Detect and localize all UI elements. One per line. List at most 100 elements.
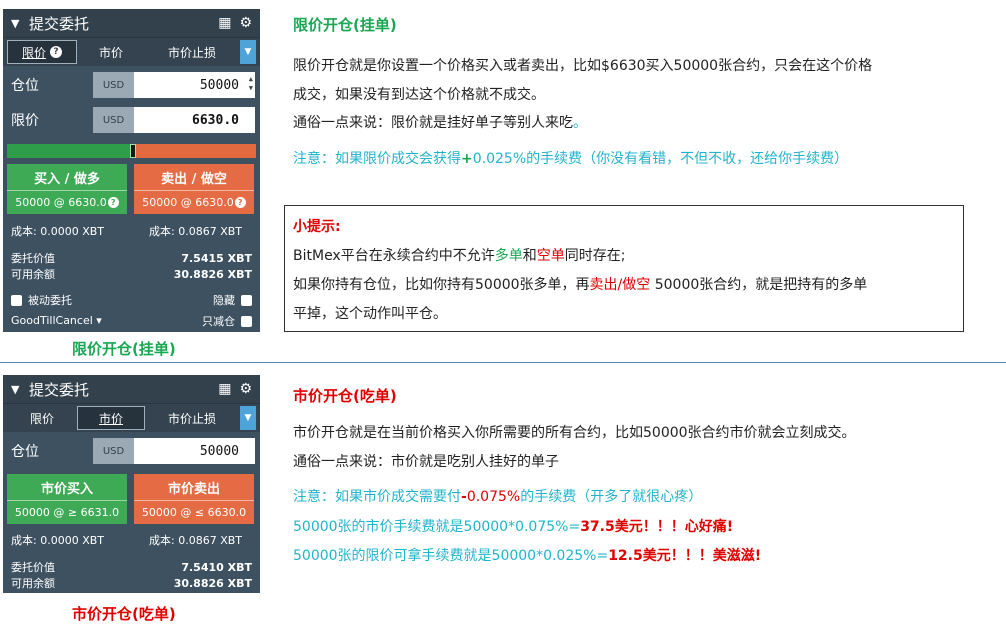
available-label: 可用余额 <box>11 268 55 281</box>
tab-limit[interactable]: 限价? <box>7 40 77 64</box>
order-value-label: 委托价值 <box>11 252 55 265</box>
order-value: 7.5415 XBT <box>181 252 252 265</box>
tab-stop-market[interactable]: 市价止损 <box>145 406 239 430</box>
limit-desc-line1: 限价开仓就是你设置一个价格买入或者卖出，比如$6630买入50000张合约，只会… <box>293 58 873 74</box>
available-label: 可用余额 <box>11 577 55 590</box>
market-desc: 市价开仓就是在当前价格买入你所需要的所有合约，比如50000张合约市价就会立刻成… <box>293 425 856 441</box>
position-input[interactable]: 50000 ▲ ▼ <box>134 72 255 98</box>
sell-label: 卖出 / 做空 <box>134 164 254 190</box>
limit-desc-line2: 成交，如果没有到达这个价格就不成交。 <box>293 87 545 103</box>
stepper-icon[interactable]: ▲ ▼ <box>249 75 253 93</box>
limit-fee-calc: 50000张的限价可拿手续费就是50000*0.025%=12.5美元！！！美滋… <box>293 548 762 564</box>
tip-line1: BitMex平台在永续合约中不允许多单和空单同时存在; <box>293 248 626 264</box>
chevron-down-icon[interactable]: ▼ <box>11 383 25 396</box>
buy-summary: 50000 @ 6630.0? <box>7 190 127 214</box>
tip-line3: 平掉，这个动作叫平仓。 <box>293 306 447 322</box>
caret-down-icon: ▼ <box>244 47 252 57</box>
hidden-checkbox[interactable] <box>241 295 252 306</box>
order-panel-limit: ▼ 提交委托 ▦ ⚙ 限价? 市价 市价止损 ▼ 仓位 USD 50000 ▲ ▼… <box>3 9 260 332</box>
panel-header: ▼ 提交委托 ▦ ⚙ <box>3 375 260 404</box>
buy-summary: 50000 @ ≥ 6631.0 <box>7 500 127 524</box>
cost-sell: 成本: 0.0867 XBT <box>149 534 242 547</box>
price-row: 限价 USD 6630.0 <box>3 104 260 136</box>
tip-line2: 如果你持有仓位，比如你持有50000张多单，再卖出/做空 50000张合约，就是… <box>293 277 868 293</box>
order-value: 7.5410 XBT <box>181 561 252 574</box>
tab-stop-market[interactable]: 市价止损 <box>145 40 239 64</box>
limit-caption: 限价开仓(挂单) <box>72 340 176 358</box>
limit-heading: 限价开仓(挂单) <box>293 16 397 34</box>
panel-header: ▼ 提交委托 ▦ ⚙ <box>3 9 260 38</box>
position-row: 仓位 USD 50000 <box>3 435 260 467</box>
reduce-only-option[interactable]: 只减仓 <box>202 313 252 329</box>
position-currency: USD <box>93 438 134 464</box>
sell-summary: 50000 @ ≤ 6630.0 <box>134 500 254 524</box>
tab-market[interactable]: 市价 <box>77 406 145 430</box>
action-buttons: 买入 / 做多 50000 @ 6630.0? 卖出 / 做空 50000 @ … <box>3 164 260 214</box>
help-icon[interactable]: ? <box>50 46 62 58</box>
position-row: 仓位 USD 50000 ▲ ▼ <box>3 69 260 101</box>
sell-short-button[interactable]: 卖出 / 做空 50000 @ 6630.0? <box>134 164 254 214</box>
market-fee-calc: 50000张的市价手续费就是50000*0.075%=37.5美元！！！心好痛! <box>293 519 734 535</box>
available-balance: 30.8826 XBT <box>173 268 252 281</box>
gear-icon[interactable]: ⚙ <box>239 381 252 397</box>
reduce-only-checkbox[interactable] <box>241 316 252 327</box>
caret-down-icon: ▾ <box>96 314 102 327</box>
market-buy-button[interactable]: 市价买入 50000 @ ≥ 6631.0 <box>7 474 127 524</box>
limit-plain: 通俗一点来说：限价就是挂好单子等别人来吃。 <box>293 115 587 131</box>
action-buttons: 市价买入 50000 @ ≥ 6631.0 市价卖出 50000 @ ≤ 663… <box>3 474 260 524</box>
cost-buy: 成本: 0.0000 XBT <box>11 534 104 547</box>
hidden-option[interactable]: 隐藏 <box>213 292 252 308</box>
time-in-force-select[interactable]: GoodTillCancel ▾ <box>11 314 102 327</box>
market-plain: 通俗一点来说：市价就是吃别人挂好的单子 <box>293 454 559 470</box>
order-panel-market: ▼ 提交委托 ▦ ⚙ 限价 市价 市价止损 ▼ 仓位 USD 50000 市价买… <box>3 375 260 593</box>
market-heading: 市价开仓(吃单) <box>293 387 397 405</box>
limit-fee-note: 注意：如果限价成交会获得+0.025%的手续费（你没有看错，不但不收，还给你手续… <box>293 151 849 167</box>
cost-buy: 成本: 0.0000 XBT <box>11 225 104 238</box>
price-label: 限价 <box>11 113 39 129</box>
gear-icon[interactable]: ⚙ <box>239 15 252 31</box>
order-type-dropdown[interactable]: ▼ <box>240 40 256 64</box>
cost-row: 成本: 0.0000 XBT 成本: 0.0867 XBT <box>3 532 260 548</box>
position-input[interactable]: 50000 <box>134 438 255 464</box>
buy-label: 市价买入 <box>7 474 127 500</box>
position-label: 仓位 <box>11 444 39 460</box>
tab-limit[interactable]: 限价 <box>7 406 77 430</box>
leverage-slider[interactable] <box>7 144 256 158</box>
sell-label: 市价卖出 <box>134 474 254 500</box>
cost-sell: 成本: 0.0867 XBT <box>149 225 242 238</box>
calculator-icon[interactable]: ▦ <box>218 15 231 31</box>
price-input[interactable]: 6630.0 <box>134 107 255 133</box>
order-options: 被动委托 隐藏 GoodTillCancel ▾ 只减仓 <box>3 289 260 331</box>
available-balance: 30.8826 XBT <box>173 577 252 590</box>
passive-option[interactable]: 被动委托 <box>11 292 72 308</box>
position-label: 仓位 <box>11 78 39 94</box>
help-icon[interactable]: ? <box>234 197 246 208</box>
buy-label: 买入 / 做多 <box>7 164 127 190</box>
chevron-down-icon[interactable]: ▼ <box>11 17 25 30</box>
order-type-dropdown[interactable]: ▼ <box>240 406 256 430</box>
passive-checkbox[interactable] <box>11 295 22 306</box>
order-values: 委托价值 7.5415 XBT 可用余额 30.8826 XBT <box>3 251 260 283</box>
order-values: 委托价值 7.5410 XBT 可用余额 30.8826 XBT <box>3 560 260 592</box>
calculator-icon[interactable]: ▦ <box>218 381 231 397</box>
order-type-tabs: 限价 市价 市价止损 ▼ <box>3 404 260 432</box>
market-sell-button[interactable]: 市价卖出 50000 @ ≤ 6630.0 <box>134 474 254 524</box>
caret-down-icon: ▼ <box>244 413 252 423</box>
section-divider <box>0 362 1006 363</box>
sell-summary: 50000 @ 6630.0? <box>134 190 254 214</box>
cost-row: 成本: 0.0000 XBT 成本: 0.0867 XBT <box>3 223 260 239</box>
slider-buy-side <box>7 144 130 158</box>
tip-title: 小提示: <box>293 219 341 235</box>
price-currency: USD <box>93 107 134 133</box>
market-caption: 市价开仓(吃单) <box>72 605 176 623</box>
buy-long-button[interactable]: 买入 / 做多 50000 @ 6630.0? <box>7 164 127 214</box>
order-type-tabs: 限价? 市价 市价止损 ▼ <box>3 38 260 66</box>
panel-title: 提交委托 <box>29 380 90 399</box>
order-value-label: 委托价值 <box>11 561 55 574</box>
help-icon[interactable]: ? <box>107 197 119 208</box>
panel-title: 提交委托 <box>29 14 90 33</box>
market-fee-note: 注意：如果市价成交需要付-0.075%的手续费（开多了就很心疼） <box>293 489 703 505</box>
tab-market[interactable]: 市价 <box>77 40 145 64</box>
position-currency: USD <box>93 72 134 98</box>
slider-sell-side <box>136 144 256 158</box>
